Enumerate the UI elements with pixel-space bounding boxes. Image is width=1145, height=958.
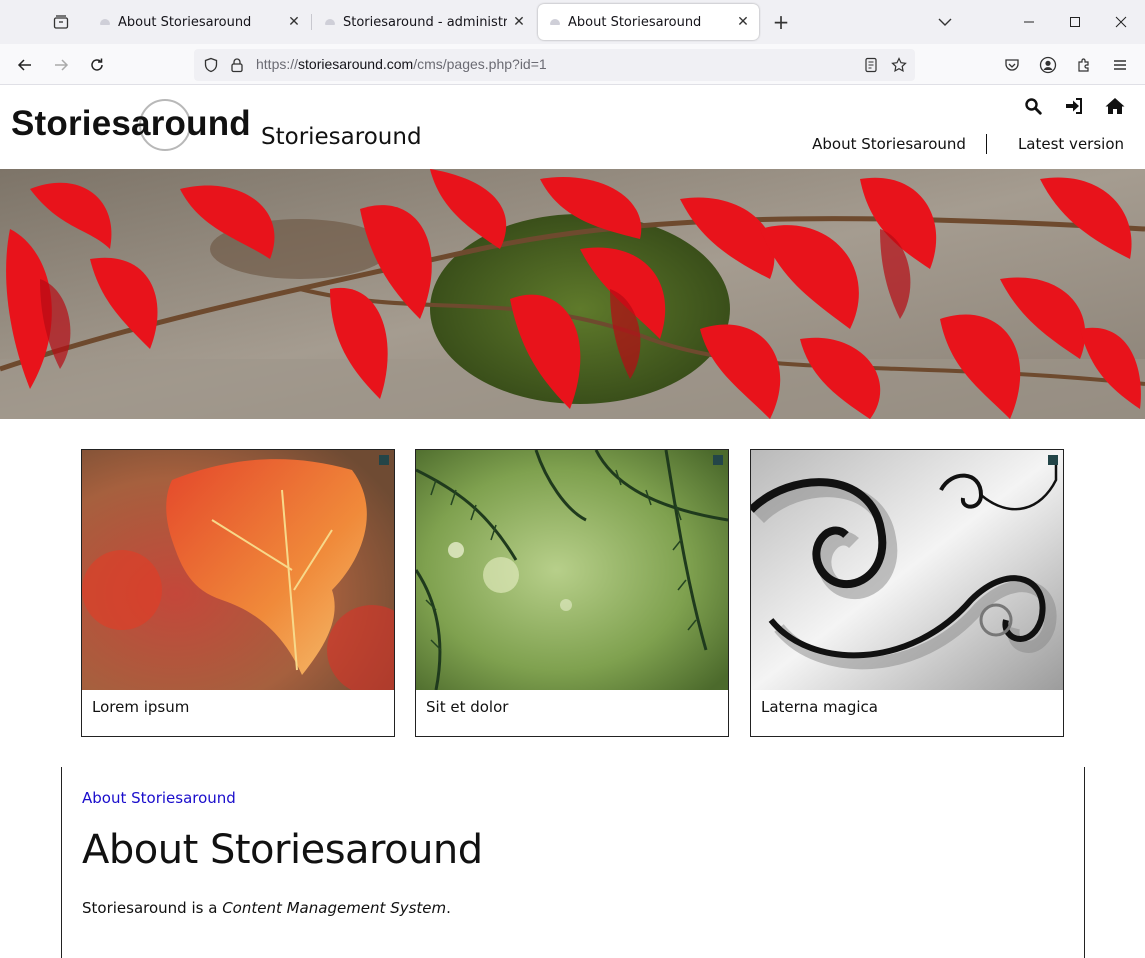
maximize-button[interactable] (1052, 0, 1098, 44)
back-button[interactable] (10, 50, 40, 80)
browser-tab-1[interactable]: About Storiesaround ✕ (88, 4, 310, 40)
breadcrumb[interactable]: About Storiesaround (82, 789, 236, 807)
minimize-icon (1024, 21, 1034, 23)
chevron-down-icon (938, 18, 952, 26)
tab-divider (311, 14, 312, 30)
home-icon[interactable] (1105, 96, 1125, 116)
browser-navigation-bar: https://storiesaround.com/cms/pages.php?… (0, 44, 1145, 85)
close-tab-icon[interactable]: ✕ (282, 10, 306, 34)
close-window-button[interactable] (1098, 0, 1144, 44)
arrow-right-icon (55, 59, 69, 71)
forward-button[interactable] (46, 50, 76, 80)
favicon-icon (100, 19, 110, 25)
bookmark-star-icon[interactable] (890, 56, 908, 74)
card-label: Sit et dolor (426, 698, 509, 716)
card-corner-marker (1048, 455, 1058, 465)
address-bar[interactable]: https://storiesaround.com/cms/pages.php?… (194, 49, 915, 81)
pocket-icon (1005, 59, 1019, 71)
url-prefix: https:// (256, 56, 299, 72)
hamburger-menu-icon (1114, 60, 1126, 70)
card-label: Laterna magica (761, 698, 878, 716)
site-name: Storiesaround (261, 124, 422, 150)
reload-button[interactable] (82, 50, 112, 80)
reload-icon (91, 58, 103, 71)
url-path: /cms/pages.php?id=1 (413, 56, 547, 72)
pocket-button[interactable] (997, 50, 1027, 80)
site-logo[interactable]: Storiesaround (11, 104, 251, 144)
card-sit-et-dolor[interactable]: Sit et dolor (415, 449, 729, 737)
close-tab-icon[interactable]: ✕ (731, 10, 755, 34)
menu-button[interactable] (1105, 50, 1135, 80)
header-banner-image (0, 169, 1145, 419)
main-content: About Storiesaround About Storiesaround … (61, 767, 1085, 958)
close-icon (1115, 16, 1127, 28)
favicon-icon (325, 19, 335, 25)
intro-paragraph: Storiesaround is a Content Management Sy… (82, 899, 451, 917)
tab-title: Storiesaround - administration (343, 14, 507, 30)
close-tab-icon[interactable]: ✕ (507, 10, 531, 34)
browser-tab-bar: About Storiesaround ✕ Storiesaround - ad… (0, 0, 1145, 44)
card-image (751, 450, 1063, 690)
tab-title: About Storiesaround (118, 14, 252, 30)
card-laterna-magica[interactable]: Laterna magica (750, 449, 1064, 737)
top-navigation: About Storiesaround Latest version (812, 134, 1124, 154)
card-corner-marker (713, 455, 723, 465)
arrow-left-icon (17, 59, 31, 71)
extensions-button[interactable] (1069, 50, 1099, 80)
page-title: About Storiesaround (82, 827, 483, 873)
url-text[interactable]: https://storiesaround.com/cms/pages.php?… (256, 56, 547, 72)
tab-overview-button[interactable] (47, 8, 75, 36)
intro-text: Storiesaround is a (82, 899, 223, 917)
nav-divider (985, 134, 987, 154)
login-icon[interactable] (1064, 96, 1084, 116)
account-icon (1039, 56, 1057, 74)
card-image (416, 450, 728, 690)
maximize-icon (1070, 17, 1080, 27)
shield-icon[interactable] (202, 56, 220, 74)
card-lorem-ipsum[interactable]: Lorem ipsum (81, 449, 395, 737)
tab-title: About Storiesaround (568, 14, 702, 30)
favicon-icon (550, 19, 560, 25)
nav-latest-version[interactable]: Latest version (1018, 135, 1124, 153)
folder-tabs-icon (53, 15, 69, 29)
browser-tab-3-active[interactable]: About Storiesaround ✕ (538, 4, 759, 40)
account-button[interactable] (1033, 50, 1063, 80)
list-all-tabs-button[interactable] (933, 10, 957, 34)
intro-emphasis: Content Management System (222, 899, 447, 917)
new-tab-button[interactable]: + (768, 9, 794, 35)
search-icon[interactable] (1023, 96, 1043, 116)
intro-suffix: . (446, 899, 451, 917)
browser-tab-2[interactable]: Storiesaround - administration ✕ (313, 4, 535, 40)
url-host: storiesaround.com (298, 56, 414, 72)
minimize-button[interactable] (1006, 0, 1052, 44)
reader-view-icon[interactable] (862, 56, 880, 74)
web-page: Storiesaround Storiesaround About Storie… (0, 86, 1145, 958)
nav-about-storiesaround[interactable]: About Storiesaround (812, 135, 966, 153)
puzzle-icon (1078, 58, 1089, 72)
lock-icon[interactable] (228, 56, 246, 74)
card-corner-marker (379, 455, 389, 465)
card-image (82, 450, 394, 690)
card-label: Lorem ipsum (92, 698, 190, 716)
